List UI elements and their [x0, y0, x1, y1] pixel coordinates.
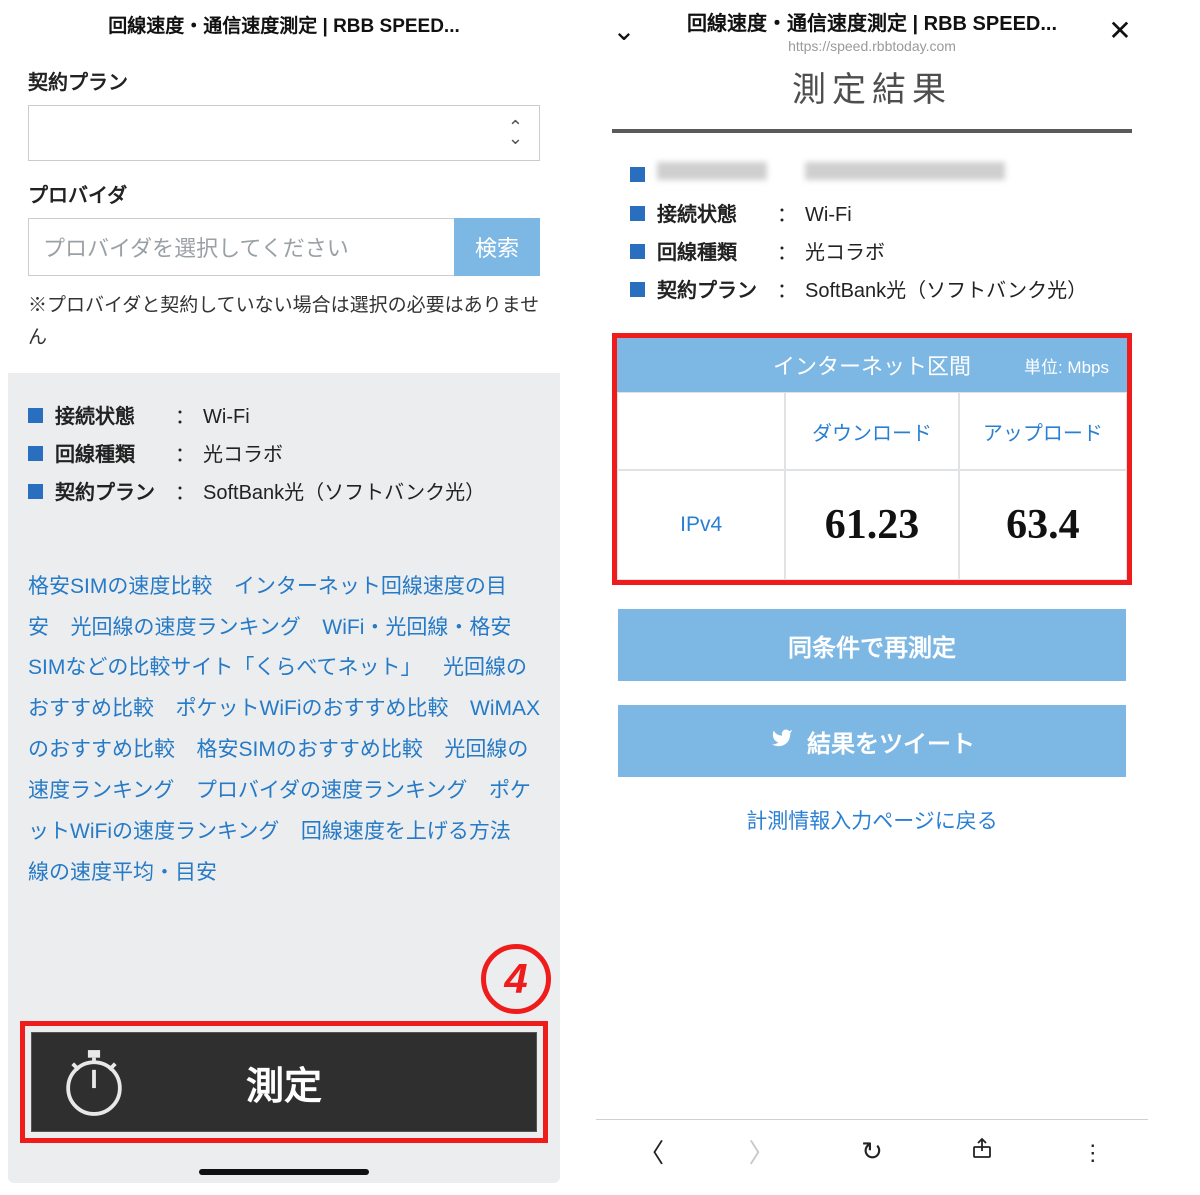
blurred-row: [630, 159, 1128, 183]
remeasure-button[interactable]: 同条件で再測定: [618, 609, 1126, 681]
close-icon: ✕: [1108, 14, 1131, 47]
kv-row: 契約プラン：SoftBank光（ソフトバンク光）: [28, 477, 540, 509]
page-url: https://speed.rbbtoday.com: [788, 38, 956, 54]
chevron-right-icon: 〉: [749, 1138, 775, 1168]
speed-download-value: 61.23: [785, 470, 958, 580]
chevron-updown-icon: ⌃⌄: [508, 122, 523, 144]
step-badge: 4: [481, 944, 551, 1014]
plan-label: 契約プラン: [28, 66, 540, 95]
home-indicator: [199, 1169, 369, 1175]
share-icon: [970, 1137, 994, 1167]
result-heading: 測定結果: [596, 62, 1148, 111]
speed-col-download: ダウンロード: [785, 392, 958, 470]
provider-placeholder: プロバイダを選択してください: [43, 231, 349, 263]
nav-back-button[interactable]: 〈: [623, 1133, 679, 1170]
speed-header: インターネット区間 単位: Mbps: [617, 338, 1127, 392]
speed-result-highlight: インターネット区間 単位: Mbps ダウンロード アップロード IPv4 61…: [612, 333, 1132, 585]
provider-input[interactable]: プロバイダを選択してください: [28, 218, 454, 276]
form-section: 契約プラン ⌃⌄ プロバイダ プロバイダを選択してください 検索 ※プロバイダと…: [8, 48, 560, 373]
kv-row: 回線種類：光コラボ: [630, 237, 1128, 269]
connection-summary: 接続状態：Wi-Fi 回線種類：光コラボ 契約プラン：SoftBank光（ソフト…: [8, 373, 560, 537]
measure-button[interactable]: 測定: [31, 1032, 537, 1132]
page-title: 回線速度・通信速度測定 | RBB SPEED...: [687, 7, 1057, 36]
nav-forward-button[interactable]: 〉: [734, 1133, 790, 1170]
bullet-icon: [28, 446, 43, 461]
menu-button[interactable]: ⋮: [1065, 1136, 1121, 1167]
back-link[interactable]: 計測情報入力ページに戻る: [746, 810, 998, 833]
chevron-left-icon: 〈: [638, 1138, 664, 1168]
speed-col-upload: アップロード: [959, 392, 1127, 470]
provider-row: プロバイダを選択してください 検索: [28, 218, 540, 276]
provider-label: プロバイダ: [28, 179, 540, 208]
speed-columns: ダウンロード アップロード: [617, 392, 1127, 470]
back-link-wrap: 計測情報入力ページに戻る: [596, 805, 1148, 835]
bullet-icon: [630, 206, 645, 221]
browser-toolbar: 〈 〉 ↻ ⋮: [596, 1119, 1148, 1183]
tweet-button[interactable]: 結果をツイート: [618, 705, 1126, 777]
close-button[interactable]: ✕: [1096, 0, 1144, 60]
speed-upload-value: 63.4: [959, 470, 1127, 580]
phone-left: 回線速度・通信速度測定 | RBB SPEED... 契約プラン ⌃⌄ プロバイ…: [8, 0, 560, 1183]
speed-col-blank: [617, 392, 785, 470]
link[interactable]: 光回線の速度ランキング: [71, 616, 301, 639]
provider-note: ※プロバイダと契約していない場合は選択の必要はありません: [28, 290, 540, 355]
content-left: 契約プラン ⌃⌄ プロバイダ プロバイダを選択してください 検索 ※プロバイダと…: [8, 48, 560, 1183]
plan-select[interactable]: ⌃⌄: [28, 105, 540, 161]
result-summary: 接続状態：Wi-Fi 回線種類：光コラボ 契約プラン：SoftBank光（ソフト…: [596, 159, 1148, 333]
link[interactable]: 線の速度平均・目安: [28, 861, 217, 884]
titlebar-right: ⌄ 回線速度・通信速度測定 | RBB SPEED... https://spe…: [596, 0, 1148, 60]
kebab-icon: ⋮: [1082, 1140, 1104, 1165]
share-button[interactable]: [954, 1135, 1010, 1168]
phone-right: ⌄ 回線速度・通信速度測定 | RBB SPEED... https://spe…: [596, 0, 1148, 1183]
reload-icon: ↻: [861, 1136, 883, 1166]
kv-row: 接続状態：Wi-Fi: [630, 199, 1128, 231]
related-links: 格安SIMの速度比較 インターネット回線速度の目安 光回線の速度ランキング Wi…: [8, 537, 560, 915]
measure-button-highlight: 4 測定: [20, 1021, 548, 1143]
link[interactable]: 回線速度を上げる方法: [301, 820, 511, 843]
speed-data-row: IPv4 61.23 63.4: [617, 470, 1127, 580]
chevron-down-icon: ⌄: [612, 14, 635, 47]
content-right: 測定結果 接続状態：Wi-Fi 回線種類：光コラボ 契約プラン：SoftBank…: [596, 60, 1148, 1183]
link[interactable]: 格安SIMのおすすめ比較: [197, 738, 423, 761]
speed-unit: 単位: Mbps: [1024, 353, 1109, 378]
reload-button[interactable]: ↻: [844, 1136, 900, 1167]
bullet-icon: [28, 484, 43, 499]
twitter-icon: [769, 727, 795, 756]
bullet-icon: [28, 408, 43, 423]
kv-row: 接続状態：Wi-Fi: [28, 401, 540, 433]
kv-row: 回線種類：光コラボ: [28, 439, 540, 471]
bullet-icon: [630, 167, 645, 182]
divider: [612, 129, 1132, 133]
link[interactable]: ポケットWiFiのおすすめ比較: [176, 697, 449, 720]
stopwatch-icon: [56, 1044, 132, 1120]
titlebar-left: 回線速度・通信速度測定 | RBB SPEED...: [8, 0, 560, 48]
search-button[interactable]: 検索: [454, 218, 540, 276]
kv-row: 契約プラン：SoftBank光（ソフトバンク光）: [630, 275, 1128, 307]
link[interactable]: プロバイダの速度ランキング: [196, 779, 468, 802]
page-title: 回線速度・通信速度測定 | RBB SPEED...: [108, 11, 460, 38]
bullet-icon: [630, 282, 645, 297]
speed-row-label: IPv4: [617, 470, 785, 580]
collapse-button[interactable]: ⌄: [600, 0, 648, 60]
bullet-icon: [630, 244, 645, 259]
link[interactable]: 格安SIMの速度比較: [28, 575, 212, 598]
